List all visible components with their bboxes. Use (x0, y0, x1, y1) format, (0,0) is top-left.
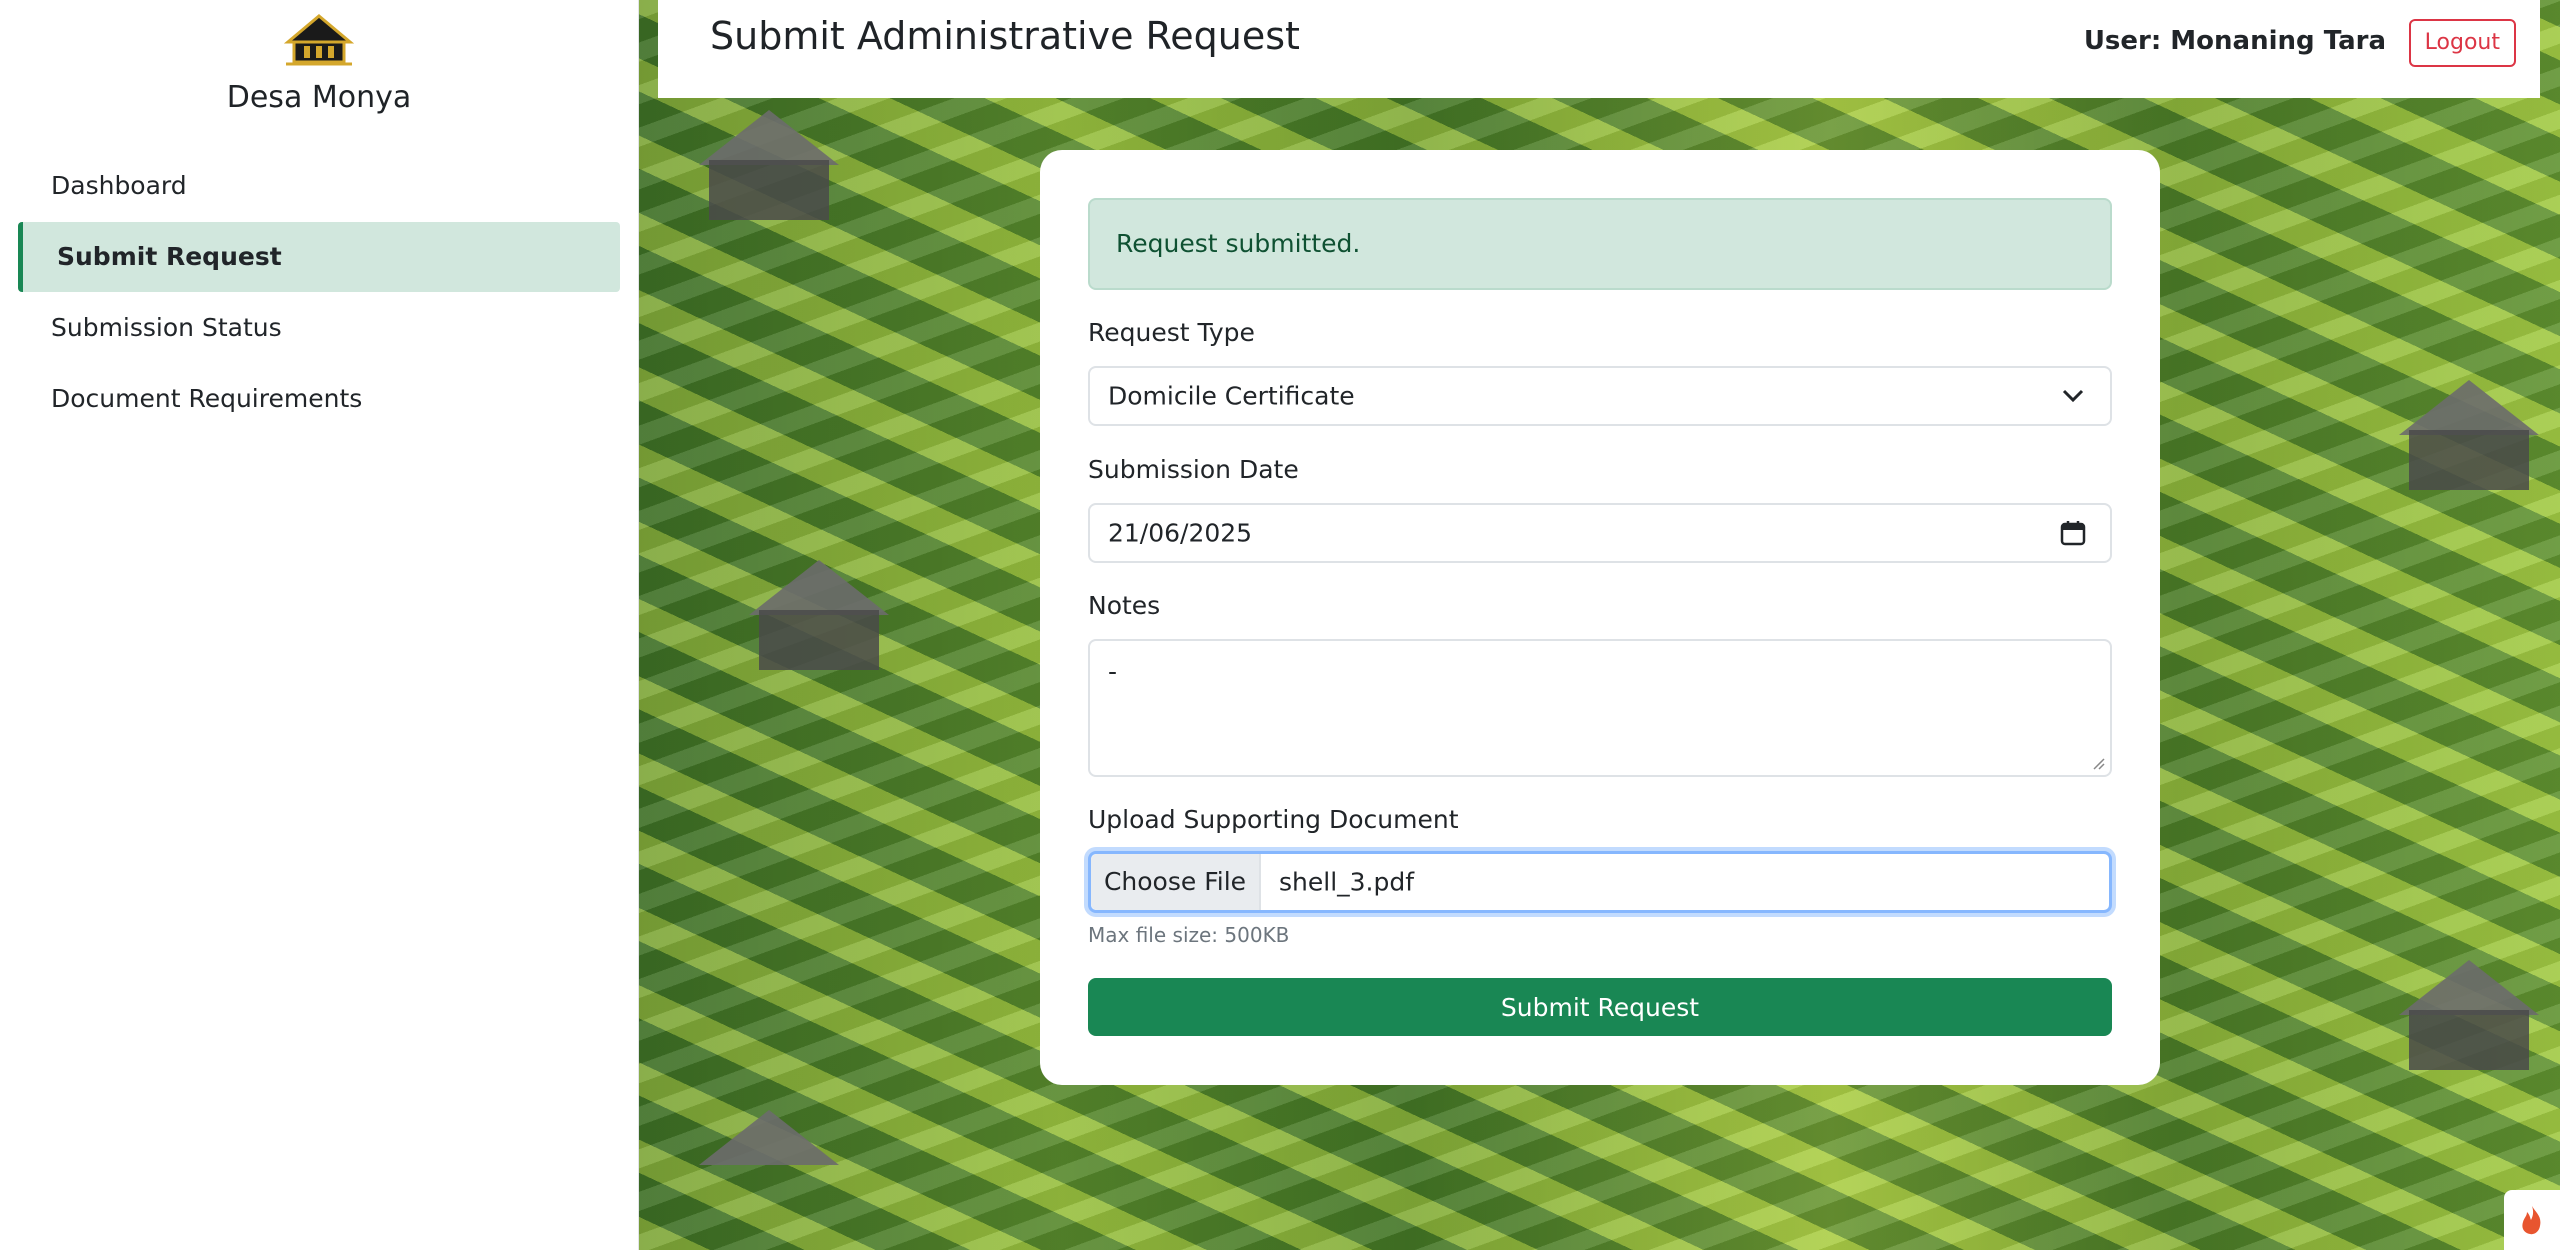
request-type-select[interactable]: Domicile Certificate (1088, 366, 2112, 426)
sidebar: Desa Monya Dashboard Submit Request Subm… (0, 0, 639, 1250)
scenery-roof (699, 110, 839, 165)
brand-name: Desa Monya (226, 80, 412, 115)
brand: Desa Monya (0, 14, 638, 115)
choose-file-button[interactable]: Choose File (1091, 854, 1261, 910)
top-header: Submit Administrative Request User: Mona… (658, 0, 2540, 98)
scenery-roof (699, 1110, 839, 1165)
village-house-logo-icon (284, 14, 354, 66)
sidebar-item-submit-request[interactable]: Submit Request (18, 222, 620, 292)
submit-request-button[interactable]: Submit Request (1088, 978, 2112, 1036)
notes-value: - (1108, 657, 1118, 686)
notes-textarea[interactable]: - (1088, 639, 2112, 777)
page-title: Submit Administrative Request (710, 14, 1300, 58)
submission-date-input[interactable]: 21/06/2025 (1088, 503, 2112, 563)
scenery-house (709, 160, 829, 220)
sidebar-item-submission-status[interactable]: Submission Status (18, 293, 620, 363)
success-alert: Request submitted. (1088, 198, 2112, 290)
scenery-house (2409, 1010, 2529, 1070)
submission-date-value: 21/06/2025 (1108, 518, 1253, 548)
corner-badge[interactable] (2504, 1190, 2560, 1250)
logout-button[interactable]: Logout (2408, 19, 2516, 67)
scenery-house (759, 610, 879, 670)
sidebar-item-dashboard[interactable]: Dashboard (18, 151, 620, 221)
file-upload-input[interactable]: Choose File shell_3.pdf (1088, 851, 2112, 913)
flame-icon (2522, 1206, 2541, 1235)
request-type-label: Request Type (1088, 318, 1255, 347)
scenery-roof (749, 560, 889, 615)
selected-file-name: shell_3.pdf (1279, 867, 1415, 897)
app-root: Desa Monya Dashboard Submit Request Subm… (0, 0, 2560, 1250)
chevron-down-icon (2062, 389, 2084, 403)
sidebar-item-document-requirements[interactable]: Document Requirements (18, 364, 620, 434)
upload-hint: Max file size: 500KB (1088, 923, 1290, 947)
user-label: User: Monaning Tara (2083, 26, 2386, 56)
submission-date-label: Submission Date (1088, 455, 1299, 484)
resize-grip-icon[interactable] (2090, 755, 2106, 771)
calendar-icon[interactable] (2060, 520, 2086, 546)
notes-label: Notes (1088, 591, 1161, 620)
scenery-house (2409, 430, 2529, 490)
scenery-roof (2399, 960, 2539, 1015)
upload-label: Upload Supporting Document (1088, 805, 1459, 834)
request-form-card: Request submitted. Request Type Domicile… (1040, 150, 2160, 1085)
request-type-value: Domicile Certificate (1108, 381, 1355, 411)
scenery-roof (2399, 380, 2539, 435)
sidebar-nav: Dashboard Submit Request Submission Stat… (18, 151, 620, 435)
